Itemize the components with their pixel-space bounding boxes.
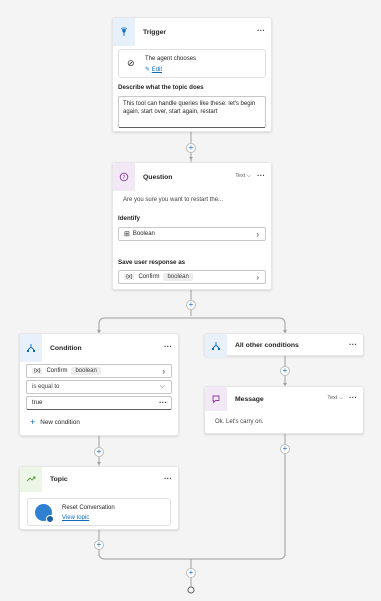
add-node-button[interactable]: +: [280, 444, 290, 454]
more-options-button[interactable]: ···: [349, 394, 357, 402]
condition-value-input[interactable]: true ···: [26, 396, 172, 410]
node-title: Condition: [50, 344, 82, 352]
grid-icon: ⊞: [124, 231, 130, 238]
variable-select[interactable]: {x} Confirm boolean ›: [118, 270, 266, 284]
node-title: All other conditions: [235, 342, 299, 349]
condition-variable-select[interactable]: {x} Confirm boolean ›: [26, 364, 172, 378]
description-textarea[interactable]: This tool can handle queries like these:…: [118, 96, 266, 128]
branch-icon: [205, 334, 227, 357]
more-options-button[interactable]: ···: [257, 172, 265, 180]
more-options-button[interactable]: ···: [164, 475, 172, 483]
topic-card[interactable]: Reset Conversation View topic: [27, 498, 171, 526]
view-topic-link[interactable]: View topic: [62, 515, 89, 521]
plus-icon: +: [30, 417, 36, 427]
identify-select[interactable]: ⊞ Boolean ›: [118, 227, 266, 241]
more-options-button[interactable]: ···: [257, 27, 265, 35]
other-conditions-node[interactable]: All other conditions ···: [204, 333, 364, 357]
topic-avatar-icon: [35, 504, 54, 523]
chevron-right-icon: ›: [256, 273, 259, 282]
node-title: Trigger: [143, 28, 167, 36]
branch-icon: [20, 334, 42, 362]
chevron-right-icon: ›: [162, 367, 165, 376]
edit-link[interactable]: ✎ Edit: [145, 66, 162, 73]
more-options-button[interactable]: ···: [159, 398, 167, 407]
more-options-button[interactable]: ···: [164, 343, 172, 351]
trigger-type-label: The agent chooses: [145, 56, 197, 62]
chevron-right-icon: ›: [256, 230, 259, 239]
operator-select[interactable]: is equal to ⌵: [26, 380, 172, 394]
chevron-down-icon: ⌵: [159, 383, 165, 390]
topic-node[interactable]: Topic ··· Reset Conversation View topic: [19, 466, 179, 530]
add-node-button[interactable]: +: [280, 366, 290, 376]
question-prompt: Are you sure you want to restart the...: [123, 197, 224, 203]
message-node[interactable]: Message Text ⌵ ··· Ok. Let's carry on.: [204, 386, 364, 434]
save-response-label: Save user response as: [118, 259, 186, 266]
new-condition-button[interactable]: + New condition: [30, 417, 80, 427]
node-title: Topic: [50, 476, 68, 483]
trigger-node[interactable]: Trigger ··· ⊘ The agent chooses ✎ Edit D…: [112, 17, 272, 132]
question-node[interactable]: ? Question Text ⌵ ··· Are you sure you w…: [112, 162, 272, 290]
trigger-type-card[interactable]: ⊘ The agent chooses ✎ Edit: [118, 49, 266, 78]
describe-label: Describe what the topic does: [118, 84, 204, 91]
add-node-button[interactable]: +: [186, 143, 196, 153]
more-options-button[interactable]: ···: [349, 341, 357, 349]
add-node-button[interactable]: +: [94, 447, 104, 457]
add-node-button[interactable]: +: [186, 300, 196, 310]
svg-text:?: ?: [123, 175, 126, 181]
trigger-icon: [113, 18, 135, 46]
pencil-icon: ✎: [145, 67, 151, 73]
redirect-icon: [20, 467, 42, 492]
variable-icon: {x}: [32, 368, 43, 374]
variable-icon: {x}: [124, 274, 135, 280]
message-icon: [205, 387, 227, 411]
message-text: Ok. Let's carry on.: [215, 419, 264, 425]
condition-node[interactable]: Condition ··· {x} Confirm boolean › is e…: [19, 333, 179, 436]
type-badge[interactable]: Text ⌵: [235, 173, 251, 180]
agent-icon: ⊘: [127, 58, 135, 68]
type-badge[interactable]: Text ⌵: [327, 395, 343, 402]
add-node-button[interactable]: +: [186, 568, 196, 578]
identify-label: Identify: [118, 215, 141, 222]
add-node-button[interactable]: +: [94, 540, 104, 550]
question-icon: ?: [113, 163, 135, 191]
node-title: Message: [235, 395, 264, 403]
node-title: Question: [143, 173, 173, 181]
topic-name: Reset Conversation: [62, 505, 115, 511]
